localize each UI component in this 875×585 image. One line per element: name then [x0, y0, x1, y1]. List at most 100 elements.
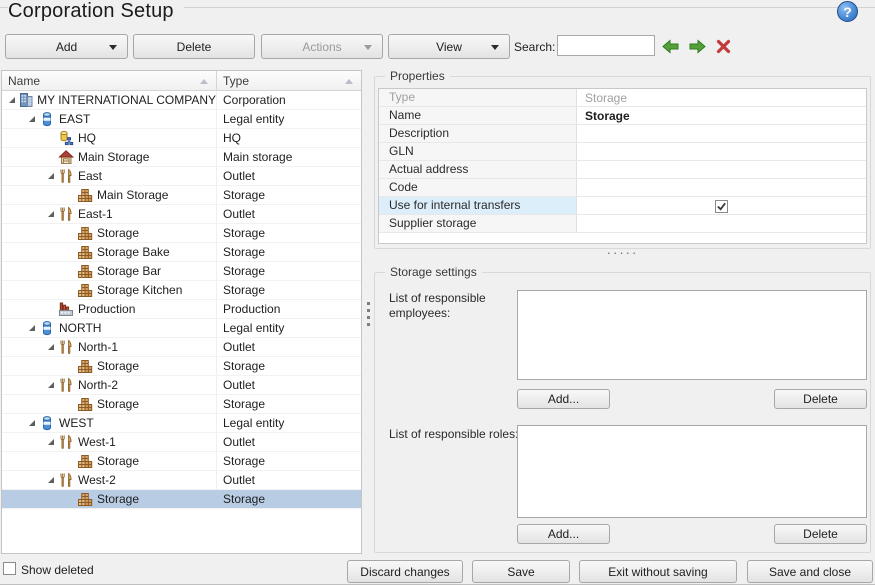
search-prev-icon[interactable] — [662, 39, 679, 54]
horizontal-splitter[interactable]: ····· — [374, 249, 871, 263]
tree-type-cell[interactable]: Storage — [217, 224, 361, 242]
delete-role-button[interactable]: Delete — [774, 524, 867, 544]
tree-name-cell[interactable]: Storage — [2, 490, 217, 508]
tree-name-cell[interactable]: Storage — [2, 357, 217, 375]
tree-name-cell[interactable]: East-1 — [2, 205, 217, 223]
add-role-button[interactable]: Add... — [517, 524, 610, 544]
save-and-close-button[interactable]: Save and close — [747, 560, 873, 583]
search-next-icon[interactable] — [689, 39, 706, 54]
view-button[interactable]: View — [388, 34, 510, 59]
actions-button[interactable]: Actions — [261, 34, 383, 59]
column-header-name[interactable]: Name — [2, 71, 217, 90]
tree-name-cell[interactable]: Storage — [2, 224, 217, 242]
tree-type-cell[interactable]: Outlet — [217, 205, 361, 223]
expander-icon[interactable] — [44, 382, 58, 388]
tree-type-cell[interactable]: Corporation — [217, 91, 361, 109]
expander-icon[interactable] — [25, 420, 39, 426]
tree-type-cell[interactable]: Legal entity — [217, 319, 361, 337]
tree-row[interactable]: North-1Outlet — [2, 338, 361, 357]
add-employee-button[interactable]: Add... — [517, 389, 610, 409]
tree-type-cell[interactable]: Main storage — [217, 148, 361, 166]
property-value[interactable] — [577, 143, 866, 160]
tree-row[interactable]: StorageStorage — [2, 357, 361, 376]
tree-type-cell[interactable]: Storage — [217, 357, 361, 375]
property-value[interactable] — [577, 197, 866, 214]
tree-name-cell[interactable]: North-1 — [2, 338, 217, 356]
expander-icon[interactable] — [25, 116, 39, 122]
save-button[interactable]: Save — [472, 560, 570, 583]
tree-row[interactable]: EASTLegal entity — [2, 110, 361, 129]
tree-row[interactable]: East-1Outlet — [2, 205, 361, 224]
tree-name-cell[interactable]: Storage Bake — [2, 243, 217, 261]
property-value[interactable] — [577, 215, 866, 232]
property-value[interactable]: Storage — [577, 89, 866, 106]
tree-name-cell[interactable]: Storage Kitchen — [2, 281, 217, 299]
tree-type-cell[interactable]: Storage — [217, 452, 361, 470]
tree-type-cell[interactable]: Outlet — [217, 376, 361, 394]
help-icon[interactable]: ? — [837, 1, 858, 22]
tree-type-cell[interactable]: Outlet — [217, 338, 361, 356]
tree-row[interactable]: StorageStorage — [2, 452, 361, 471]
tree-type-cell[interactable]: Storage — [217, 490, 361, 508]
property-value[interactable] — [577, 125, 866, 142]
add-button[interactable]: Add — [5, 34, 128, 59]
property-value[interactable]: Storage — [577, 107, 866, 124]
tree-row[interactable]: StorageStorage — [2, 395, 361, 414]
tree-row[interactable]: Storage KitchenStorage — [2, 281, 361, 300]
tree-row[interactable]: North-2Outlet — [2, 376, 361, 395]
tree-type-cell[interactable]: Production — [217, 300, 361, 318]
column-header-type[interactable]: Type — [217, 71, 361, 90]
tree-row[interactable]: ProductionProduction — [2, 300, 361, 319]
tree-row[interactable]: West-2Outlet — [2, 471, 361, 490]
tree-type-cell[interactable]: HQ — [217, 129, 361, 147]
tree-type-cell[interactable]: Legal entity — [217, 414, 361, 432]
tree-row[interactable]: StorageStorage — [2, 490, 361, 509]
tree-type-cell[interactable]: Storage — [217, 243, 361, 261]
tree-row[interactable]: Storage BarStorage — [2, 262, 361, 281]
tree-name-cell[interactable]: Storage — [2, 395, 217, 413]
tree-row[interactable]: MY INTERNATIONAL COMPANYCorporation — [2, 91, 361, 110]
tree-type-cell[interactable]: Legal entity — [217, 110, 361, 128]
expander-icon[interactable] — [44, 173, 58, 179]
tree-name-cell[interactable]: HQ — [2, 129, 217, 147]
tree-name-cell[interactable]: Main Storage — [2, 148, 217, 166]
exit-without-saving-button[interactable]: Exit without saving — [579, 560, 737, 583]
tree-row[interactable]: StorageStorage — [2, 224, 361, 243]
tree-name-cell[interactable]: Production — [2, 300, 217, 318]
clear-search-icon[interactable] — [716, 39, 731, 54]
tree-type-cell[interactable]: Storage — [217, 186, 361, 204]
tree-name-cell[interactable]: MY INTERNATIONAL COMPANY — [2, 91, 217, 109]
tree-name-cell[interactable]: East — [2, 167, 217, 185]
tree-row[interactable]: Main StorageMain storage — [2, 148, 361, 167]
discard-changes-button[interactable]: Discard changes — [347, 560, 463, 583]
tree-row[interactable]: Main StorageStorage — [2, 186, 361, 205]
tree-type-cell[interactable]: Outlet — [217, 433, 361, 451]
tree-row[interactable]: EastOutlet — [2, 167, 361, 186]
tree-type-cell[interactable]: Outlet — [217, 471, 361, 489]
tree-name-cell[interactable]: West-2 — [2, 471, 217, 489]
tree-type-cell[interactable]: Outlet — [217, 167, 361, 185]
expander-icon[interactable] — [44, 344, 58, 350]
tree-row[interactable]: WESTLegal entity — [2, 414, 361, 433]
checkbox-checked-icon[interactable] — [715, 200, 728, 213]
tree-name-cell[interactable]: NORTH — [2, 319, 217, 337]
responsible-employees-list[interactable] — [517, 290, 867, 380]
expander-icon[interactable] — [25, 325, 39, 331]
expander-icon[interactable] — [44, 439, 58, 445]
delete-employee-button[interactable]: Delete — [774, 389, 867, 409]
tree-name-cell[interactable]: West-1 — [2, 433, 217, 451]
show-deleted-checkbox[interactable] — [3, 562, 16, 575]
tree-type-cell[interactable]: Storage — [217, 281, 361, 299]
tree-row[interactable]: Storage BakeStorage — [2, 243, 361, 262]
delete-button[interactable]: Delete — [133, 34, 255, 59]
tree-type-cell[interactable]: Storage — [217, 395, 361, 413]
tree-name-cell[interactable]: EAST — [2, 110, 217, 128]
tree-name-cell[interactable]: Storage Bar — [2, 262, 217, 280]
tree-row[interactable]: West-1Outlet — [2, 433, 361, 452]
search-input[interactable] — [557, 35, 655, 56]
tree-row[interactable]: HQHQ — [2, 129, 361, 148]
tree-name-cell[interactable]: Main Storage — [2, 186, 217, 204]
tree-type-cell[interactable]: Storage — [217, 262, 361, 280]
tree-name-cell[interactable]: North-2 — [2, 376, 217, 394]
vertical-splitter[interactable] — [364, 70, 373, 554]
